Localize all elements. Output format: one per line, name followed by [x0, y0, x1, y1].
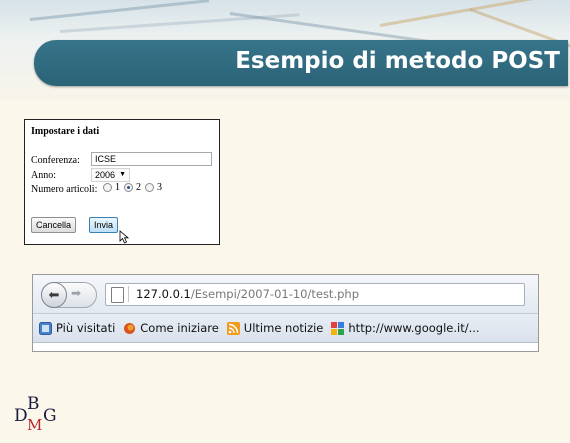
- google-icon: [331, 321, 345, 335]
- articles-radio-3[interactable]: 3: [145, 182, 162, 193]
- nav-buttons: ⬅ ➡: [41, 282, 97, 308]
- slide-title-bar: Esempio di metodo POST: [34, 40, 568, 86]
- bookmark-google[interactable]: http://www.google.it/...: [331, 321, 480, 335]
- page-icon: [111, 287, 124, 303]
- form-screenshot: Impostare i dati Conferenza: ICSE Anno: …: [24, 119, 220, 245]
- back-arrow-icon[interactable]: ⬅: [41, 282, 67, 308]
- bookmark-getting-started[interactable]: Come iniziare: [123, 321, 219, 335]
- form-heading: Impostare i dati: [31, 126, 100, 137]
- bookmark-most-visited[interactable]: Più visitati: [39, 321, 115, 335]
- url-separator: [128, 286, 129, 302]
- address-bar[interactable]: 127.0.0.1/Esempi/2007-01-10/test.php: [105, 283, 525, 306]
- conference-label: Conferenza:: [31, 155, 80, 166]
- articles-radio-2[interactable]: 2: [124, 182, 141, 193]
- articles-radio-1[interactable]: 1: [103, 182, 120, 193]
- submit-button[interactable]: Invia: [89, 217, 119, 233]
- articles-label: Numero articoli:: [31, 184, 98, 195]
- conference-input[interactable]: ICSE: [91, 152, 212, 166]
- dbmg-logo: DBMG: [14, 394, 57, 434]
- cancel-button[interactable]: Cancella: [31, 217, 77, 233]
- year-select[interactable]: 2006 ▼: [91, 168, 130, 182]
- bookmarks-toolbar: Più visitati Come iniziare Ultime notizi…: [33, 313, 538, 343]
- browser-screenshot: ⬅ ➡ 127.0.0.1/Esempi/2007-01-10/test.php…: [32, 274, 539, 352]
- year-select-value: 2006: [95, 170, 116, 180]
- rss-icon: [226, 321, 240, 335]
- radio-circle-icon: [145, 183, 154, 192]
- firefox-icon: [124, 322, 136, 334]
- bookmark-latest-news[interactable]: Ultime notizie: [226, 321, 323, 335]
- radio-circle-selected-icon: [124, 183, 133, 192]
- mouse-cursor-icon: [119, 230, 130, 244]
- url-text: 127.0.0.1/Esempi/2007-01-10/test.php: [136, 287, 359, 301]
- chevron-down-icon: ▼: [119, 171, 126, 178]
- browser-navigation-bar: ⬅ ➡ 127.0.0.1/Esempi/2007-01-10/test.php: [33, 275, 538, 313]
- year-label: Anno:: [31, 170, 56, 181]
- slide-title: Esempio di metodo POST: [235, 48, 560, 74]
- articles-radio-group: 1 2 3: [103, 182, 166, 193]
- forward-arrow-icon[interactable]: ➡: [71, 286, 81, 300]
- radio-circle-icon: [103, 183, 112, 192]
- most-visited-icon: [39, 321, 52, 335]
